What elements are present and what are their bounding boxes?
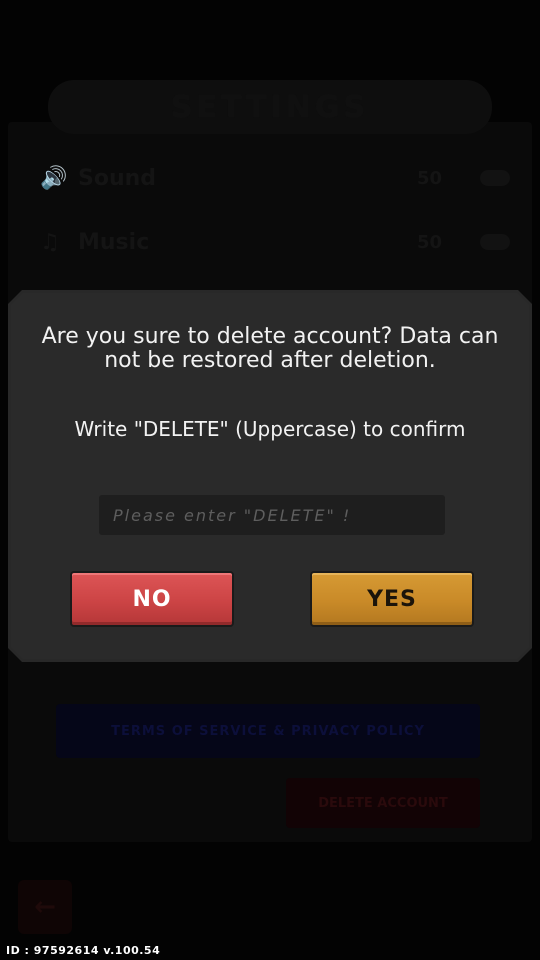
delete-account-label: DELETE ACCOUNT	[318, 795, 448, 811]
dialog-body: Are you sure to delete account? Data can…	[11, 293, 529, 659]
dialog-instruction: Write "DELETE" (Uppercase) to confirm	[74, 417, 466, 441]
yes-button-label: YES	[367, 586, 417, 612]
settings-row-sound: 🔊 Sound 50	[40, 158, 510, 198]
music-note-icon: ♫	[40, 229, 60, 255]
terms-privacy-button: TERMS OF SERVICE & PRIVACY POLICY	[56, 704, 480, 758]
dialog-message: Are you sure to delete account? Data can…	[41, 324, 499, 373]
music-label: Music	[78, 229, 150, 255]
settings-row-music: ♫ Music 50	[40, 222, 510, 262]
version-label: ID : 97592614 v.100.54	[6, 944, 161, 957]
sound-label: Sound	[78, 165, 157, 191]
no-button[interactable]: NO	[70, 571, 234, 627]
delete-account-button: DELETE ACCOUNT	[286, 778, 480, 828]
yes-button[interactable]: YES	[310, 571, 474, 627]
settings-title-bar: SETTINGS	[48, 80, 492, 134]
delete-confirm-dialog: Are you sure to delete account? Data can…	[8, 290, 532, 662]
delete-confirm-input[interactable]	[99, 495, 445, 535]
settings-title: SETTINGS	[170, 89, 370, 125]
no-button-label: NO	[132, 586, 172, 612]
back-arrow-icon: ←	[18, 880, 72, 934]
music-value: 50	[416, 231, 442, 253]
music-slider	[480, 234, 510, 250]
terms-privacy-label: TERMS OF SERVICE & PRIVACY POLICY	[111, 723, 425, 739]
sound-slider	[480, 170, 510, 186]
speaker-icon: 🔊	[40, 165, 68, 191]
sound-value: 50	[416, 167, 442, 189]
